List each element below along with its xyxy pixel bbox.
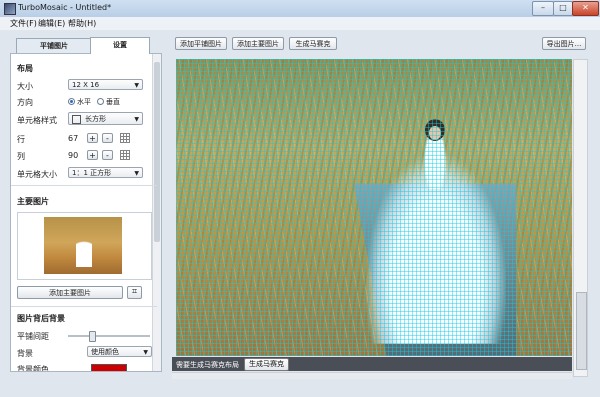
background-color-swatch[interactable]: [91, 364, 127, 371]
cell-style-label: 单元格样式: [17, 116, 57, 125]
chevron-down-icon: ▼: [134, 82, 139, 89]
tile-spacing-label: 平铺间距: [17, 332, 49, 341]
cell-style-select[interactable]: 长方形 ▼: [68, 112, 143, 125]
cols-label: 列: [17, 152, 25, 161]
cell-style-value: 长方形: [85, 115, 106, 123]
chevron-down-icon: ▼: [143, 349, 148, 356]
grid-icon: [120, 150, 130, 160]
cols-plus-button[interactable]: +: [87, 150, 98, 160]
orientation-horizontal-label: 水平: [77, 98, 91, 106]
bride-figure: [76, 231, 92, 267]
cols-minus-button[interactable]: -: [102, 150, 113, 160]
app-icon: [4, 3, 16, 15]
tile-spacing-slider[interactable]: [68, 335, 150, 337]
background-section-title: 图片背后背景: [17, 314, 65, 323]
menu-file[interactable]: 文件(F): [10, 18, 37, 29]
rectangle-icon: [72, 114, 81, 124]
chevron-down-icon: ▼: [134, 170, 139, 177]
tab-tile-images[interactable]: 平铺图片: [16, 38, 92, 54]
main-image-section-title: 主要图片: [17, 197, 49, 206]
background-label: 背景: [17, 349, 33, 358]
main-image-thumbnail: [44, 217, 122, 274]
rows-value: 67: [68, 134, 79, 143]
chevron-down-icon: ▼: [134, 116, 139, 123]
canvas-vertical-thumb[interactable]: [576, 292, 587, 370]
tab-settings[interactable]: 设置: [90, 37, 150, 54]
minimize-button[interactable]: –: [532, 1, 554, 16]
orientation-vertical-radio[interactable]: [97, 98, 104, 105]
status-text: 需要生成马赛克布局: [176, 361, 239, 369]
generate-mosaic-button[interactable]: 生成马赛克: [289, 37, 337, 50]
maximize-button[interactable]: □: [553, 1, 573, 16]
menu-help[interactable]: 帮助(H): [68, 18, 96, 29]
orientation-label: 方向: [17, 98, 33, 107]
size-select[interactable]: 12 X 16 ▼: [68, 79, 143, 90]
mosaic-grid-overlay: [176, 59, 572, 356]
cell-size-select[interactable]: 1：1 正方形 ▼: [68, 167, 143, 178]
divider: [11, 306, 157, 307]
export-image-button[interactable]: 导出图片...: [542, 37, 586, 50]
rows-plus-button[interactable]: +: [87, 133, 98, 143]
panel-scrollbar[interactable]: [152, 54, 161, 371]
canvas-horizontal-scrollbar[interactable]: [172, 372, 572, 379]
background-value: 使用颜色: [91, 348, 119, 356]
panel-scroll-thumb[interactable]: [154, 62, 160, 242]
divider: [11, 185, 157, 186]
background-select[interactable]: 使用颜色 ▼: [87, 346, 152, 357]
rows-label: 行: [17, 135, 25, 144]
main-image-preview[interactable]: [17, 212, 152, 280]
grid-icon: [120, 133, 130, 143]
cols-value: 90: [68, 151, 79, 160]
cell-size-value: 1：1 正方形: [72, 169, 112, 177]
size-label: 大小: [17, 82, 33, 91]
add-tile-images-button[interactable]: 添加平铺图片: [175, 37, 227, 50]
mosaic-canvas[interactable]: [176, 59, 572, 356]
window-title: TurboMosaic - Untitled*: [18, 3, 112, 12]
rows-minus-button[interactable]: -: [102, 133, 113, 143]
status-generate-mosaic-button[interactable]: 生成马赛克: [244, 358, 289, 371]
add-main-image-toolbar-button[interactable]: 添加主要图片: [232, 37, 284, 50]
background-color-label: 背景颜色: [17, 365, 49, 372]
tile-spacing-slider-thumb[interactable]: [89, 331, 96, 342]
size-value: 12 X 16: [72, 81, 100, 89]
canvas-vertical-scrollbar[interactable]: [573, 59, 588, 377]
cell-size-label: 单元格大小: [17, 170, 57, 179]
close-button[interactable]: ✕: [572, 1, 599, 16]
menu-edit[interactable]: 编辑(E): [38, 18, 65, 29]
layout-section-title: 布局: [17, 64, 33, 73]
add-main-image-button[interactable]: 添加主要图片: [17, 286, 123, 299]
menu-bar: 文件(F) 编辑(E) 帮助(H): [0, 17, 600, 30]
orientation-vertical-label: 垂直: [106, 98, 120, 106]
settings-body: 布局 大小 12 X 16 ▼ 方向 水平 垂直 单元格样式 长方形 ▼ 行 67 …: [10, 53, 162, 372]
settings-panel: 平铺图片 设置 布局 大小 12 X 16 ▼ 方向 水平 垂直 单元格样式 长方…: [6, 34, 166, 374]
orientation-horizontal-radio[interactable]: [68, 98, 75, 105]
status-bar: 需要生成马赛克布局 生成马赛克: [172, 357, 572, 371]
crop-icon[interactable]: ⌗: [127, 286, 142, 299]
title-bar: TurboMosaic - Untitled* – □ ✕: [0, 0, 600, 18]
